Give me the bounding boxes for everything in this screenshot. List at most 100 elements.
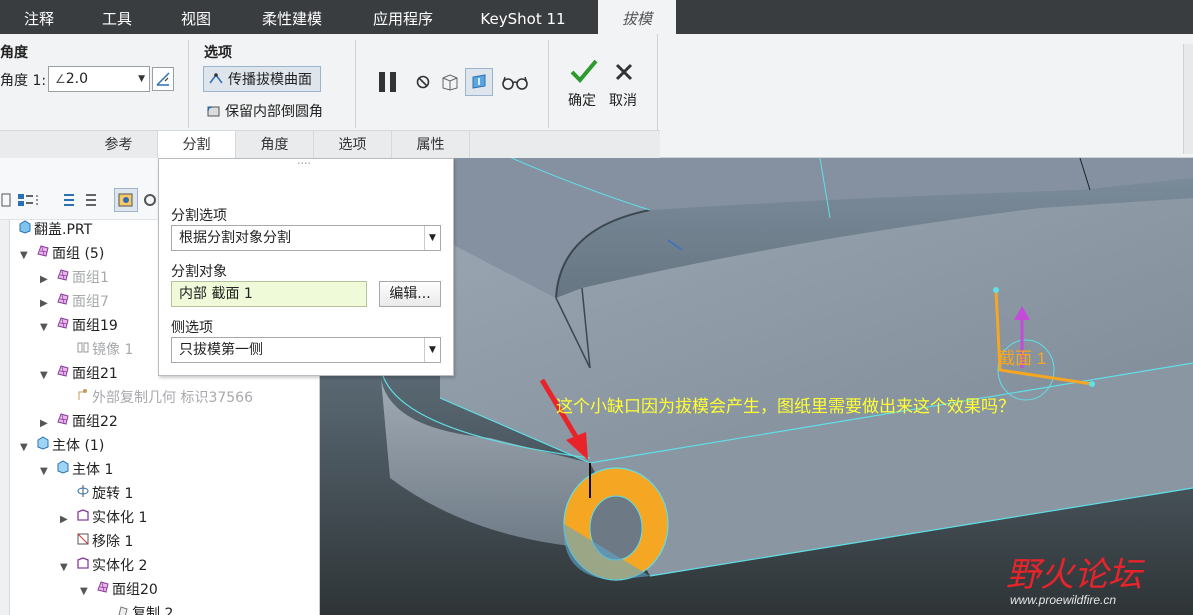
- expand-down-icon[interactable]: ▼: [20, 244, 34, 268]
- tree-columns-button[interactable]: [58, 190, 102, 210]
- tab-flexible-modeling[interactable]: 柔性建模: [236, 0, 348, 34]
- split-object-collector[interactable]: 内部 截面 1: [171, 281, 367, 307]
- model-icon: [118, 193, 133, 207]
- tree-item[interactable]: 复制 2: [100, 602, 173, 615]
- tab-tools[interactable]: 工具: [78, 0, 156, 34]
- tree-item[interactable]: ▼ 主体 (1): [20, 434, 104, 458]
- pause-button[interactable]: [374, 68, 402, 96]
- tree-toolbar-button[interactable]: [0, 190, 12, 210]
- angle1-input[interactable]: ∠2.0 ▼: [48, 66, 150, 92]
- tree-item[interactable]: ▼ 面组19: [40, 314, 118, 338]
- tree-item-label: 镜像 1: [92, 342, 134, 358]
- ok-button[interactable]: [566, 56, 602, 86]
- expand-down-icon[interactable]: ▼: [40, 460, 54, 484]
- expand-right-icon[interactable]: ▶: [40, 412, 54, 436]
- tree-item[interactable]: ▼ 面组20: [80, 578, 158, 602]
- tab-keyshot[interactable]: KeyShot 11: [458, 0, 588, 34]
- tree-item[interactable]: ▼ 实体化 2: [60, 554, 147, 578]
- tree-item[interactable]: ▶ 面组7: [40, 290, 109, 314]
- annotation-text: 这个小缺口因为拔模会产生，图纸里需要做出来这个效果吗？: [556, 397, 1015, 417]
- expand-down-icon[interactable]: ▼: [40, 364, 54, 388]
- tree-item-label: 面组 (5): [52, 246, 105, 262]
- edit-button[interactable]: 编辑...: [379, 281, 441, 307]
- chevron-down-icon[interactable]: ▼: [424, 226, 440, 250]
- quilt-icon: [54, 410, 72, 434]
- expand-down-icon[interactable]: ▼: [60, 556, 74, 580]
- angle1-label: 角度 1:: [0, 73, 47, 89]
- flip-angle-button[interactable]: [152, 67, 174, 91]
- chevron-down-icon[interactable]: ▼: [424, 338, 440, 362]
- keep-round-label: 保留内部倒圆角: [225, 104, 323, 120]
- side-options-label: 侧选项: [171, 320, 213, 336]
- tab-applications[interactable]: 应用程序: [348, 0, 458, 34]
- subtab-options[interactable]: 选项: [314, 131, 392, 159]
- ribbon: 角度 角度 1: ∠2.0 ▼ 选项 传播拔模曲面 保留内部倒圆角 确定 取消 …: [0, 34, 1193, 160]
- expand-right-icon[interactable]: ▶: [40, 268, 54, 292]
- section-label: 截面 1: [998, 349, 1046, 368]
- expand-right-icon[interactable]: ▶: [60, 508, 74, 532]
- settings-button[interactable]: [140, 188, 160, 212]
- side-options-select[interactable]: 只拔模第一侧 ▼: [171, 337, 441, 363]
- show-model-button[interactable]: [114, 188, 138, 212]
- preview-glasses-button[interactable]: [500, 70, 530, 94]
- group-separator: [355, 40, 356, 128]
- split-options-select[interactable]: 根据分割对象分割 ▼: [171, 225, 441, 251]
- tree-root-label: 翻盖.PRT: [34, 222, 93, 238]
- page-icon: [1, 193, 11, 207]
- tree-item[interactable]: 旋转 1: [60, 482, 133, 506]
- propagate-label: 传播拔模曲面: [228, 72, 312, 88]
- cancel-button[interactable]: [610, 58, 638, 86]
- tree-item[interactable]: ▼ 面组21: [40, 362, 118, 386]
- verify-mode-button[interactable]: [465, 68, 493, 96]
- tab-view[interactable]: 视图: [156, 0, 236, 34]
- tree-item-label: 复制 2: [132, 606, 174, 615]
- tree-item-label: 面组19: [72, 318, 118, 334]
- quilt-icon: [94, 578, 112, 602]
- geometry-preview-button[interactable]: [438, 70, 462, 94]
- angle-icon: ∠: [55, 72, 66, 86]
- tree-item-label: 旋转 1: [92, 486, 134, 502]
- expand-right-icon[interactable]: ▶: [40, 292, 54, 316]
- gear-icon: [144, 194, 156, 206]
- expand-down-icon[interactable]: ▼: [80, 580, 94, 604]
- tree-item[interactable]: ▶ 实体化 1: [60, 506, 147, 530]
- dashboard-subtabs: 参考 分割 角度 选项 属性: [0, 130, 660, 160]
- no-preview-icon: [416, 75, 430, 89]
- split-options-value: 根据分割对象分割: [179, 230, 291, 246]
- datum-point: [1089, 381, 1095, 387]
- quilt-icon: [54, 290, 72, 314]
- tree-item-label: 面组20: [112, 582, 158, 598]
- tab-draft[interactable]: 拔模: [598, 0, 676, 36]
- external-copy-icon: [74, 386, 92, 410]
- subtab-properties[interactable]: 属性: [392, 131, 470, 159]
- tree-columns-icon: [64, 194, 96, 206]
- tree-root[interactable]: 翻盖.PRT: [16, 218, 92, 242]
- close-icon: [615, 63, 633, 81]
- tree-filter-button[interactable]: [16, 190, 46, 210]
- tree-item[interactable]: ▶ 面组22: [40, 410, 118, 434]
- chevron-down-icon[interactable]: ▼: [138, 67, 145, 91]
- quilt-icon: [54, 362, 72, 386]
- expand-down-icon[interactable]: ▼: [20, 436, 34, 460]
- no-preview-button[interactable]: [412, 70, 434, 94]
- tree-item[interactable]: ▼ 面组 (5): [20, 242, 104, 266]
- expand-down-icon[interactable]: ▼: [40, 316, 54, 340]
- tree-item[interactable]: 镜像 1: [60, 338, 133, 362]
- tree-item[interactable]: 移除 1: [60, 530, 133, 554]
- propagate-draft-surface-toggle[interactable]: 传播拔模曲面: [203, 66, 321, 92]
- keep-internal-rounds-toggle[interactable]: 保留内部倒圆角: [205, 98, 335, 124]
- subtab-references[interactable]: 参考: [80, 131, 158, 159]
- mirror-icon: [74, 338, 92, 362]
- tab-annotate[interactable]: 注释: [0, 0, 78, 34]
- cancel-label: 取消: [609, 93, 637, 109]
- side-options-value: 只拔模第一侧: [179, 342, 263, 358]
- tree-item-label: 移除 1: [92, 534, 134, 550]
- panel-drag-handle[interactable]: ····: [297, 157, 311, 170]
- tree-item[interactable]: 外部复制几何 标识37566: [60, 386, 253, 410]
- tree-item[interactable]: ▼ 主体 1: [40, 458, 113, 482]
- tree-item[interactable]: ▶ 面组1: [40, 266, 109, 290]
- split-panel: ···· 分割选项 根据分割对象分割 ▼ 分割对象 内部 截面 1 编辑... …: [158, 157, 454, 376]
- remove-icon: [74, 530, 92, 554]
- subtab-split[interactable]: 分割: [158, 131, 236, 160]
- subtab-angles[interactable]: 角度: [236, 131, 314, 159]
